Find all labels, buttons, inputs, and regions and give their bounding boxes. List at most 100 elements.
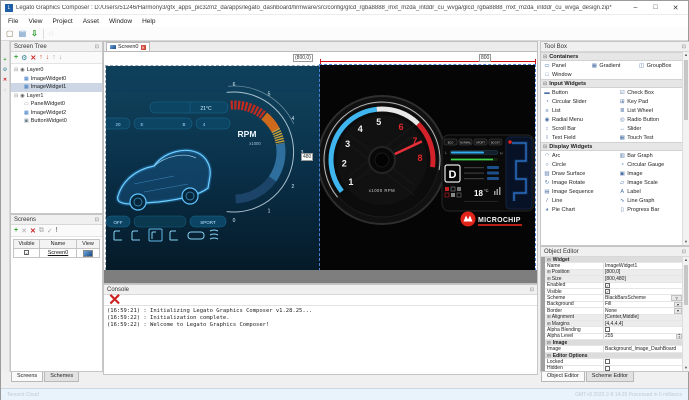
delete-screen-icon[interactable]: ✕ xyxy=(30,227,36,235)
tree-node-imagewidget1[interactable]: ▦ ImageWidget1 xyxy=(11,83,102,92)
scroll-down-icon[interactable]: ▼ xyxy=(683,239,689,245)
float-panel-icon[interactable]: ⊡ xyxy=(530,287,534,293)
visible-checkbox[interactable]: ✓ xyxy=(605,289,610,294)
toolbox-item-label[interactable]: ALabel xyxy=(616,187,683,196)
toolbox-item-list-wheel[interactable]: ≣List Wheel xyxy=(616,106,683,115)
scroll-thumb[interactable] xyxy=(684,265,688,305)
section-input-widgets[interactable]: ⊟ Input Widgets xyxy=(541,79,683,88)
hidden-checkbox[interactable] xyxy=(605,366,610,371)
expander-icon[interactable]: ⊟ xyxy=(14,93,18,99)
toolbox-item-line[interactable]: /Line xyxy=(541,196,616,205)
toolbox-item-panel[interactable]: ▭Panel xyxy=(541,61,588,70)
menu-project[interactable]: Project xyxy=(47,18,77,25)
add-widget-icon[interactable]: + xyxy=(14,54,18,61)
tree-node-layer0[interactable]: ⊟ ◉ Layer0 xyxy=(11,66,102,75)
alpha-blending-checkbox[interactable] xyxy=(605,327,610,332)
toolbox-item-circular-gauge[interactable]: ◔Circular Gauge xyxy=(616,160,683,169)
toolbox-item-text-field[interactable]: IText Field xyxy=(541,133,616,142)
toolbox-item-groupbox[interactable]: ◫GroupBox xyxy=(636,61,683,70)
scheme-picker-button[interactable]: ? xyxy=(671,295,682,300)
toolbox-item-progress-bar[interactable]: ▯Progress Bar xyxy=(616,205,683,214)
screen-design-surface[interactable]: 21°C 20 E B 4 xyxy=(105,65,537,270)
collapse-icon[interactable]: ⊟ xyxy=(543,54,547,60)
toolbox-item-line-graph[interactable]: ∿Line Graph xyxy=(616,196,683,205)
tree-node-imagewidget0[interactable]: ▦ ImageWidget0 xyxy=(11,75,102,84)
expander-icon[interactable]: ⊟ xyxy=(14,67,18,73)
menu-window[interactable]: Window xyxy=(104,18,137,25)
move-down-icon[interactable]: ↓ xyxy=(46,54,50,61)
float-panel-icon[interactable]: ⊡ xyxy=(95,217,99,223)
toolbox-item-arc[interactable]: ◠Arc xyxy=(541,151,616,160)
section-containers[interactable]: ⊟ Containers xyxy=(541,52,683,61)
toolbox-item-circle[interactable]: ○Circle xyxy=(541,160,616,169)
toolbox-item-slider[interactable]: ↔Slider xyxy=(616,124,683,133)
move-up-icon[interactable]: ↑ xyxy=(39,54,43,61)
remove-screen-icon[interactable]: ✕ xyxy=(21,227,27,235)
clear-console-icon[interactable]: ✕ xyxy=(108,290,121,310)
demote-icon[interactable]: ↓ xyxy=(59,54,63,61)
duplicate-screen-icon[interactable]: ⧉ xyxy=(39,227,44,235)
toolbox-item-button[interactable]: ▬Button xyxy=(541,88,616,97)
tab-screens[interactable]: Screens xyxy=(11,372,43,382)
toolbox-item-circular-slider[interactable]: ◔Circular Slider xyxy=(541,97,616,106)
add-screen-icon[interactable]: + xyxy=(14,227,18,234)
toolbox-item-gradient[interactable]: ▦Gradient xyxy=(588,61,635,70)
toolbox-item-checkbox[interactable]: ☑Check Box xyxy=(616,88,683,97)
property-row-hidden[interactable]: Hidden xyxy=(545,366,683,371)
toolbox-item-image-scale[interactable]: ▱Image Scale xyxy=(616,178,683,187)
tab-object-editor[interactable]: Object Editor xyxy=(541,372,585,382)
edit-widget-icon[interactable]: ⚙ xyxy=(21,54,27,62)
screen-visible-checkbox[interactable]: ✓ xyxy=(24,250,29,255)
toolbox-item-pie-chart[interactable]: ◕Pie Chart xyxy=(541,205,616,214)
scroll-thumb[interactable] xyxy=(684,60,688,120)
scroll-up-icon[interactable]: ▲ xyxy=(684,257,688,262)
toolbox-item-image-rotate[interactable]: ↻Image Rotate xyxy=(541,178,616,187)
toolbox-item-touch-test[interactable]: ▦Touch Test xyxy=(616,133,683,142)
tree-node-layer1[interactable]: ⊟ ◉ Layer1 xyxy=(11,92,102,101)
dock-add-icon[interactable]: + xyxy=(4,57,7,63)
toolbox-item-bar-graph[interactable]: ▥Bar Graph xyxy=(616,151,683,160)
canvas-area[interactable]: (800,0) 800 480 2 xyxy=(104,52,537,283)
locked-checkbox[interactable] xyxy=(605,359,610,364)
tree-node-panelwidget0[interactable]: ▭ PanelWidget0 xyxy=(11,100,102,109)
minimize-button[interactable]: – xyxy=(627,4,644,11)
enabled-checkbox[interactable]: ✓ xyxy=(605,283,610,288)
toolbox-item-scroll-bar[interactable]: ↕Scroll Bar xyxy=(541,124,616,133)
scroll-up-icon[interactable]: ▲ xyxy=(684,52,688,57)
toolbox-item-radio-button[interactable]: ◎Radio Button xyxy=(616,115,683,124)
maximize-button[interactable]: □ xyxy=(647,4,664,11)
dock-delete-icon[interactable]: ✕ xyxy=(3,77,7,83)
delete-widget-icon[interactable]: ✕ xyxy=(30,54,36,62)
menu-asset[interactable]: Asset xyxy=(78,18,104,25)
toolbox-item-image[interactable]: ▣Image xyxy=(616,169,683,178)
menu-view[interactable]: View xyxy=(23,18,47,25)
toolbox-item-draw-surface[interactable]: ▨Draw Surface xyxy=(541,169,616,178)
collapse-icon[interactable]: ⊟ xyxy=(543,81,547,87)
tab-schemes[interactable]: Schemes xyxy=(44,372,79,382)
dock-down-icon[interactable]: ↓ xyxy=(4,87,7,93)
tab-screen0[interactable]: Screen0 ✕ xyxy=(106,42,150,51)
toolbox-scrollbar[interactable]: ▲ ▼ xyxy=(682,52,689,245)
validate-screen-icon[interactable]: ✓ xyxy=(47,227,53,235)
screen-thumbnail-icon[interactable] xyxy=(83,250,93,257)
float-panel-icon[interactable]: ⊡ xyxy=(682,249,686,255)
tree-node-buttonwidget0[interactable]: ▣ ButtonWidget0 xyxy=(11,117,102,126)
warning-icon[interactable]: ! xyxy=(56,227,58,234)
menu-file[interactable]: File xyxy=(3,18,23,25)
float-panel-icon[interactable]: ⊡ xyxy=(95,44,99,50)
section-display-widgets[interactable]: ⊟ Display Widgets xyxy=(541,142,683,151)
new-project-icon[interactable]: ▢ xyxy=(6,29,14,38)
scroll-down-icon[interactable]: ▼ xyxy=(683,365,689,371)
screen-row[interactable]: ✓ Screen0 xyxy=(14,249,100,258)
close-button[interactable]: ✕ xyxy=(667,4,684,12)
promote-icon[interactable]: ↑ xyxy=(52,54,56,61)
open-project-icon[interactable]: ▤ xyxy=(19,29,27,38)
toolbox-item-list[interactable]: ≡List xyxy=(541,106,616,115)
toolbox-item-keypad[interactable]: ⊞Key Pad xyxy=(616,97,683,106)
dropdown-arrow-icon[interactable]: ▾ xyxy=(674,302,682,307)
dock-gear-icon[interactable]: ⚙ xyxy=(3,67,7,73)
tab-scheme-editor[interactable]: Scheme Editor xyxy=(586,372,634,382)
toolbox-item-radial-menu[interactable]: ◉Radial Menu xyxy=(541,115,616,124)
screen-name-link[interactable]: Screen0 xyxy=(48,250,69,256)
save-project-icon[interactable]: ⇩ xyxy=(31,29,38,38)
